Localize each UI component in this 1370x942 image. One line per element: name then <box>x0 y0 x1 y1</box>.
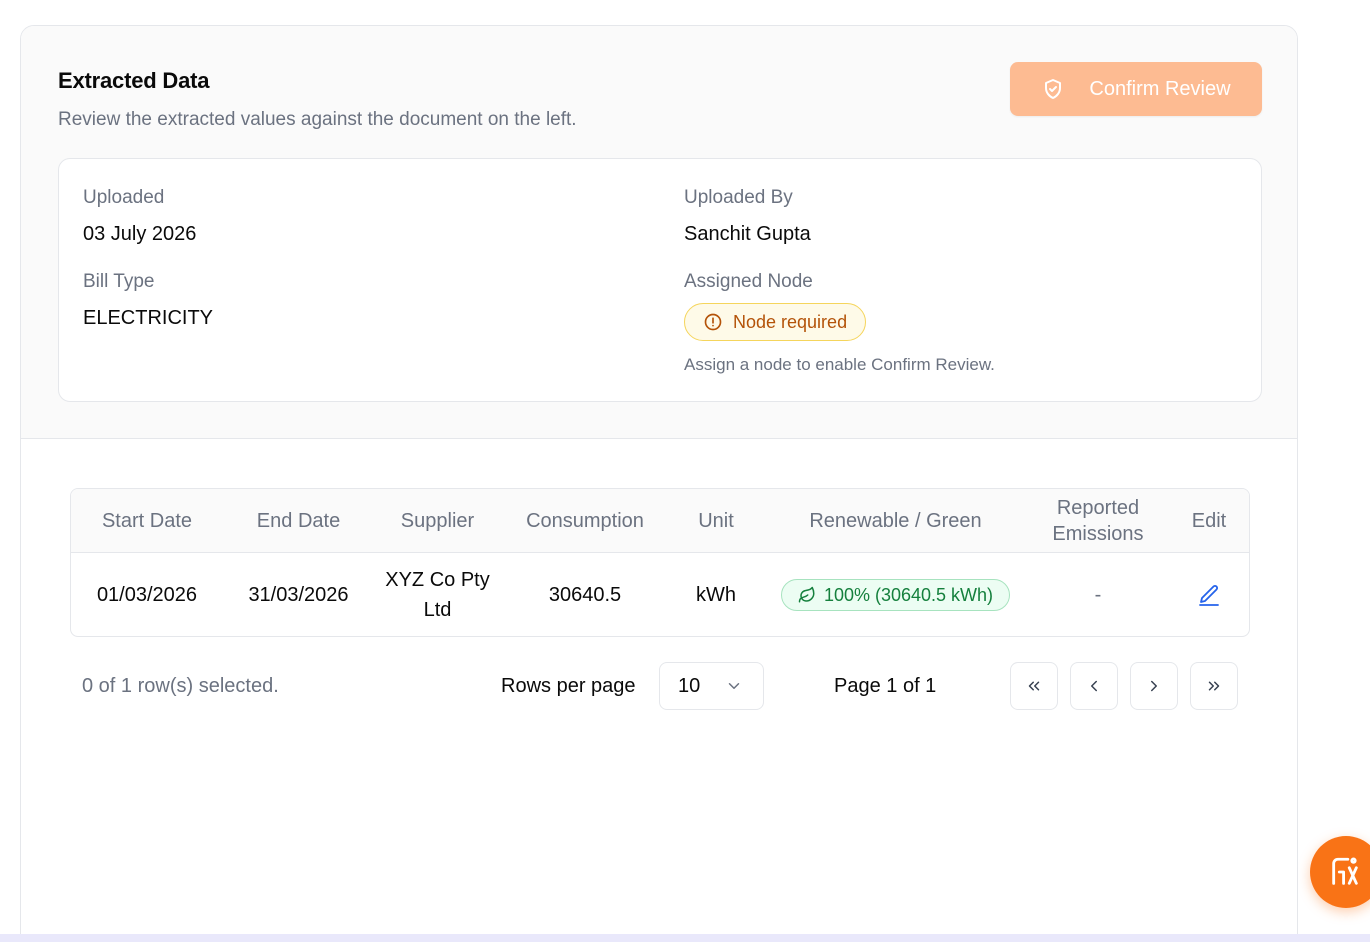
chevron-left-icon <box>1091 680 1097 692</box>
last-page-button[interactable] <box>1190 662 1238 710</box>
column-header-renewable: Renewable / Green <box>809 510 982 532</box>
column-header-consumption: Consumption <box>526 510 644 532</box>
chevrons-left-icon <box>1028 681 1040 691</box>
extracted-data-panel: Extracted Data Review the extracted valu… <box>20 25 1298 942</box>
cell-unit: kWh <box>696 584 736 606</box>
rows-per-page-value: 10 <box>678 674 701 697</box>
column-header-unit: Unit <box>698 510 734 532</box>
panel-header: Extracted Data Review the extracted valu… <box>21 26 1297 439</box>
uploaded-by-value: Sanchit Gupta <box>684 223 811 245</box>
node-hint-text: Assign a node to enable Confirm Review. <box>684 355 995 374</box>
leaf-icon <box>798 586 815 603</box>
column-header-reported-emissions: Reported Emissions <box>1052 497 1144 545</box>
cell-consumption: 30640.5 <box>548 584 622 606</box>
renewable-badge: 100% (30640.5 kWh) <box>780 579 1011 611</box>
bill-type-label: Bill Type <box>83 271 155 292</box>
column-header-end-date: End Date <box>256 510 341 532</box>
bill-type-value: ELECTRICITY <box>83 307 214 329</box>
cell-reported-emissions: - <box>1094 584 1102 606</box>
page-title: Extracted Data <box>58 68 210 93</box>
column-header-start-date: Start Date <box>101 510 193 532</box>
edit-row-button[interactable] <box>1194 580 1224 610</box>
chevron-right-icon <box>1151 680 1157 692</box>
assistant-fab-button[interactable] <box>1310 836 1370 908</box>
chevrons-right-icon <box>1208 681 1220 691</box>
uploaded-value: 03 July 2026 <box>83 223 197 245</box>
cell-edit <box>1158 553 1249 636</box>
confirm-review-label: Confirm Review <box>1089 77 1231 100</box>
next-page-button[interactable] <box>1130 662 1178 710</box>
upload-info-card: Uploaded 03 July 2026 Bill Type ELECTRIC… <box>58 158 1262 402</box>
cell-renewable: 100% (30640.5 kWh) <box>763 553 1028 636</box>
first-page-button[interactable] <box>1010 662 1058 710</box>
bottom-edge-bar <box>0 934 1370 942</box>
page-subtitle: Review the extracted values against the … <box>58 109 577 130</box>
node-required-badge: Node required <box>684 303 867 341</box>
table-header: Start Date End Date Supplier Consumption… <box>71 489 1249 553</box>
rows-per-page-select[interactable]: 10 <box>659 662 764 710</box>
pencil-icon <box>1199 585 1219 606</box>
confirm-review-button[interactable]: Confirm Review <box>1010 62 1262 116</box>
uploaded-label: Uploaded <box>83 187 165 208</box>
renewable-badge-text: 100% (30640.5 kWh) <box>823 584 994 605</box>
rows-selected-text: 0 of 1 row(s) selected. <box>82 675 279 697</box>
assigned-node-label: Assigned Node <box>684 271 813 292</box>
cell-start-date: 01/03/2026 <box>96 584 198 606</box>
node-required-text: Node required <box>733 311 848 332</box>
uploaded-by-label: Uploaded By <box>684 187 793 208</box>
extracted-data-table: Start Date End Date Supplier Consumption… <box>70 488 1250 637</box>
previous-page-button[interactable] <box>1070 662 1118 710</box>
cell-end-date: 31/03/2026 <box>248 584 349 606</box>
column-header-edit: Edit <box>1191 510 1227 532</box>
cell-supplier: XYZ Co Pty Ltd <box>385 569 490 621</box>
rows-per-page-label: Rows per page <box>501 675 636 697</box>
shield-check-icon <box>1045 79 1062 99</box>
column-header-supplier: Supplier <box>400 510 475 532</box>
page-indicator: Page 1 of 1 <box>834 675 937 697</box>
assistant-icon <box>1332 857 1358 885</box>
alert-circle-icon <box>704 313 722 331</box>
chevron-down-icon <box>728 683 740 689</box>
